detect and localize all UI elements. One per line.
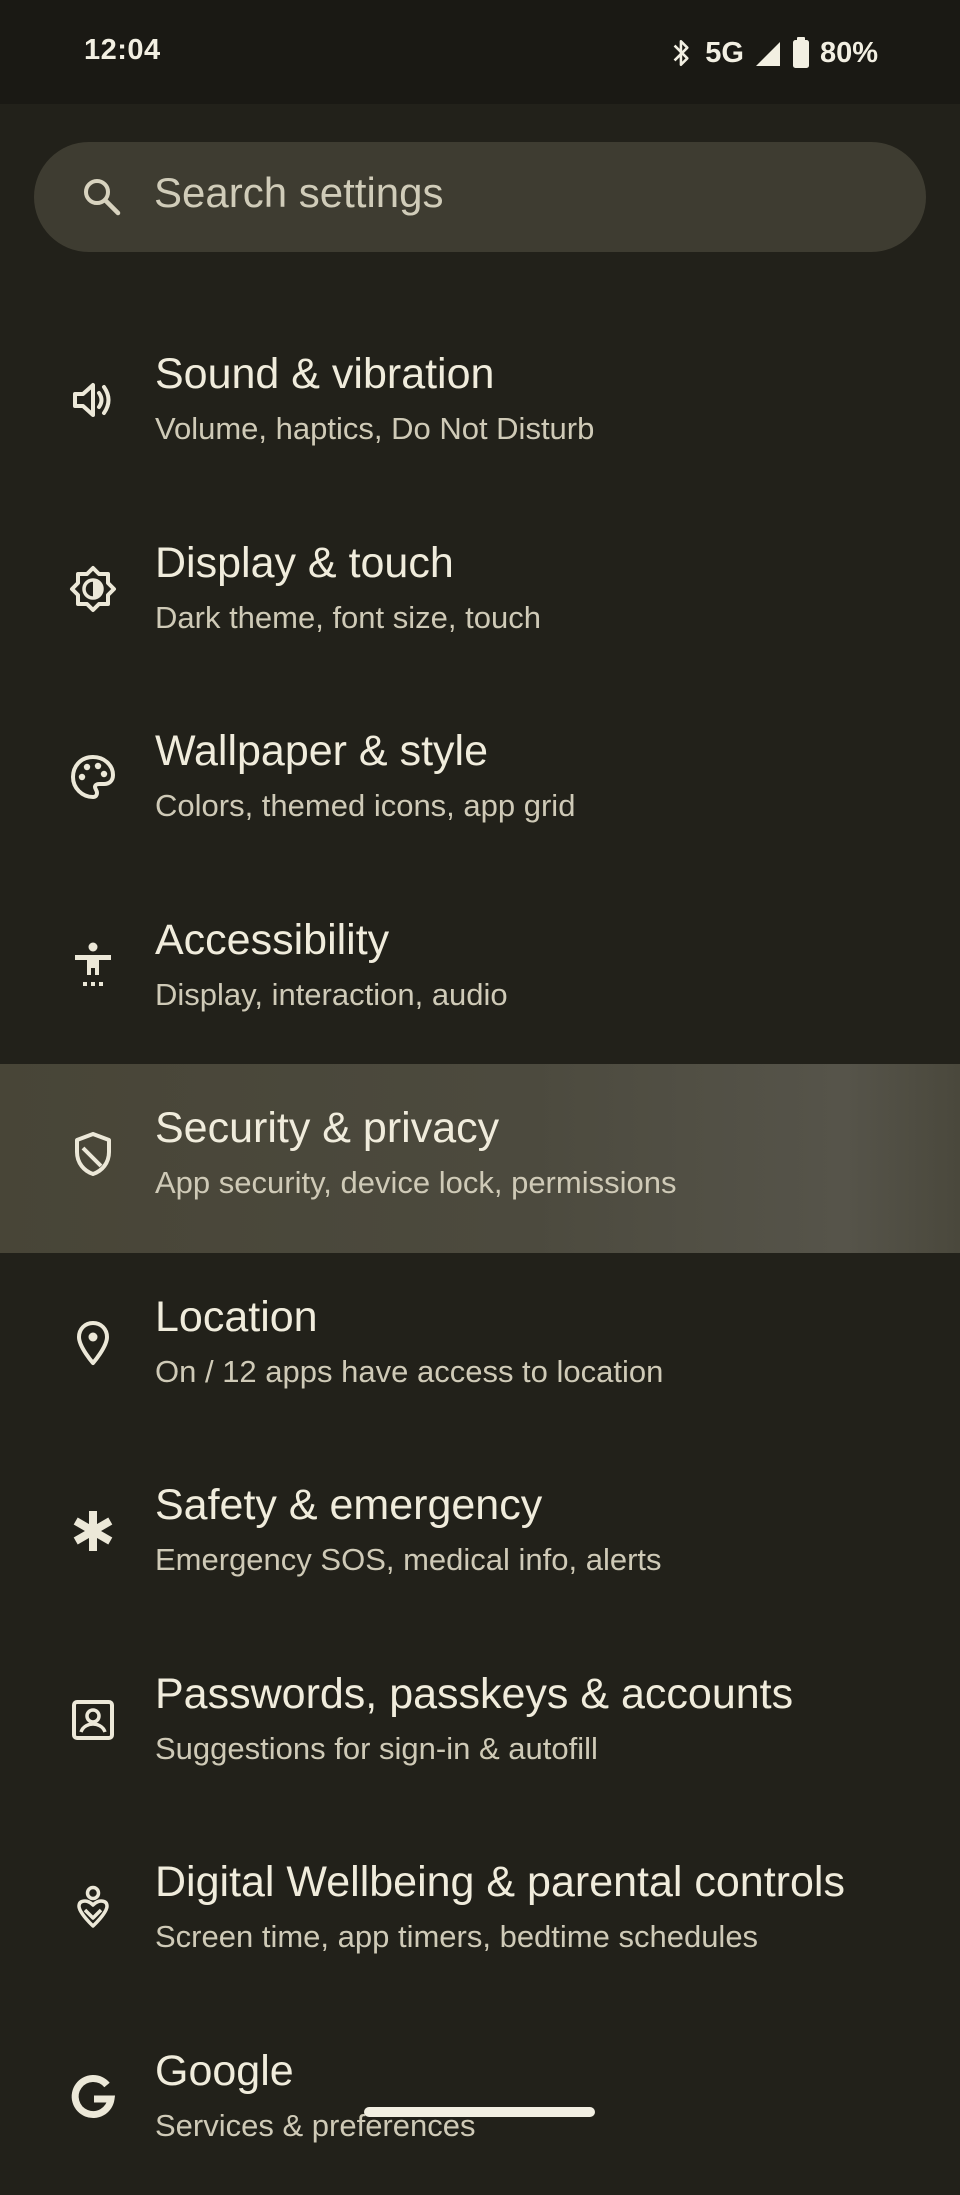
- settings-item-title: Display & touch: [155, 539, 454, 588]
- status-bar: 12:04 5G 80%: [0, 0, 960, 104]
- settings-item-location[interactable]: Location On / 12 apps have access to loc…: [0, 1253, 960, 1442]
- network-type: 5G: [705, 37, 744, 70]
- signal-icon: [754, 38, 782, 68]
- shield-icon: [69, 1130, 117, 1178]
- google-icon: [69, 2073, 117, 2121]
- settings-item-accessibility[interactable]: Accessibility Display, interaction, audi…: [0, 876, 960, 1065]
- settings-item-title: Location: [155, 1293, 318, 1342]
- asterisk-icon: [69, 1507, 117, 1555]
- status-indicators: 5G 80%: [669, 30, 878, 76]
- gesture-home-indicator[interactable]: [364, 2107, 595, 2117]
- settings-item-subtitle: Dark theme, font size, touch: [155, 600, 541, 636]
- search-bar[interactable]: Search settings: [34, 142, 926, 252]
- settings-list: Sound & vibration Volume, haptics, Do No…: [0, 310, 960, 2195]
- settings-item-subtitle: App security, device lock, permissions: [155, 1165, 676, 1201]
- volume-icon: [69, 376, 117, 424]
- settings-item-title: Wallpaper & style: [155, 727, 488, 776]
- settings-item-subtitle: Display, interaction, audio: [155, 977, 508, 1013]
- accessibility-icon: [69, 942, 117, 990]
- settings-item-google[interactable]: Google Services & preferences: [0, 2007, 960, 2195]
- settings-item-sound-vibration[interactable]: Sound & vibration Volume, haptics, Do No…: [0, 310, 960, 499]
- settings-item-subtitle: Suggestions for sign-in & autofill: [155, 1731, 598, 1767]
- search-placeholder: Search settings: [154, 169, 444, 217]
- settings-item-subtitle: Screen time, app timers, bedtime schedul…: [155, 1919, 758, 1955]
- brightness-icon: [69, 565, 117, 613]
- wellbeing-icon: [69, 1884, 117, 1932]
- settings-item-subtitle: Emergency SOS, medical info, alerts: [155, 1542, 662, 1578]
- bluetooth-icon: [669, 37, 695, 69]
- settings-item-wallpaper-style[interactable]: Wallpaper & style Colors, themed icons, …: [0, 687, 960, 876]
- battery-percent: 80%: [820, 37, 878, 70]
- settings-item-safety-emergency[interactable]: Safety & emergency Emergency SOS, medica…: [0, 1441, 960, 1630]
- palette-icon: [69, 753, 117, 801]
- battery-icon: [792, 37, 810, 69]
- status-time: 12:04: [84, 34, 161, 67]
- settings-item-title: Sound & vibration: [155, 350, 494, 399]
- settings-item-subtitle: On / 12 apps have access to location: [155, 1354, 663, 1390]
- settings-item-passwords-accounts[interactable]: Passwords, passkeys & accounts Suggestio…: [0, 1630, 960, 1819]
- search-icon: [80, 175, 124, 219]
- settings-item-digital-wellbeing[interactable]: Digital Wellbeing & parental controls Sc…: [0, 1818, 960, 2007]
- settings-item-security-privacy[interactable]: Security & privacy App security, device …: [0, 1064, 960, 1253]
- settings-item-title: Digital Wellbeing & parental controls: [155, 1858, 845, 1907]
- settings-item-subtitle: Volume, haptics, Do Not Disturb: [155, 411, 594, 447]
- settings-item-subtitle: Colors, themed icons, app grid: [155, 788, 575, 824]
- settings-item-title: Security & privacy: [155, 1104, 499, 1153]
- settings-item-title: Accessibility: [155, 916, 389, 965]
- account-box-icon: [69, 1696, 117, 1744]
- settings-item-title: Safety & emergency: [155, 1481, 542, 1530]
- settings-item-display-touch[interactable]: Display & touch Dark theme, font size, t…: [0, 499, 960, 688]
- settings-item-title: Google: [155, 2047, 294, 2096]
- settings-item-title: Passwords, passkeys & accounts: [155, 1670, 793, 1719]
- location-pin-icon: [69, 1319, 117, 1367]
